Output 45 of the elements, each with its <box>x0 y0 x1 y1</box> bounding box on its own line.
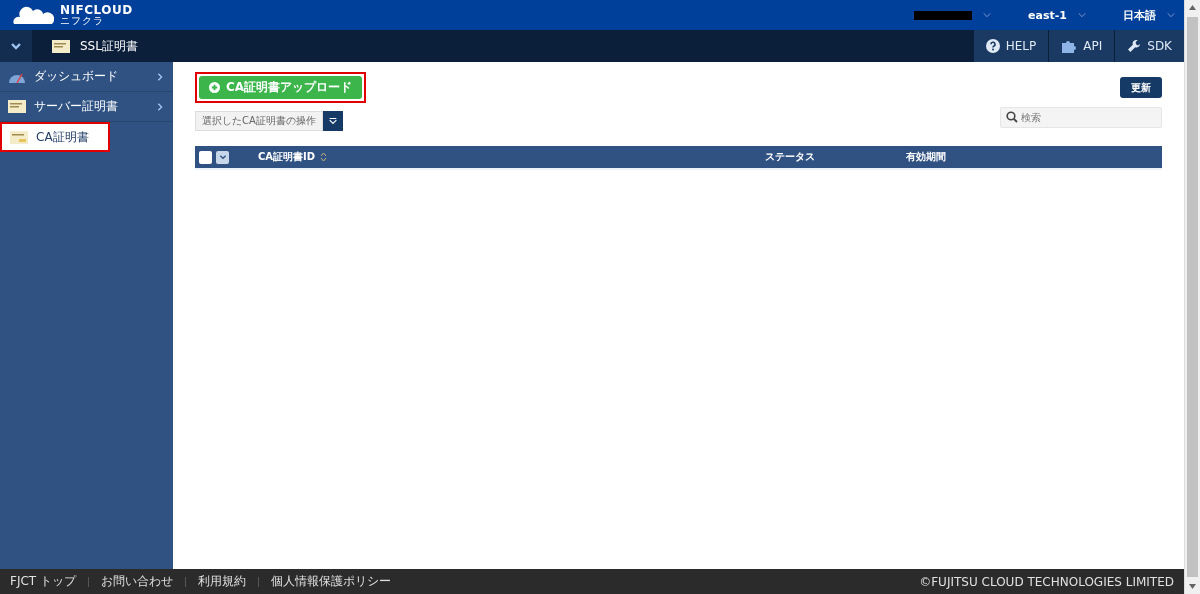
wrench-icon <box>1127 39 1142 53</box>
column-header: ステータス <box>765 150 815 164</box>
footer-link[interactable]: お問い合わせ <box>100 573 173 590</box>
menu-toggle-button[interactable] <box>0 30 32 62</box>
api-button[interactable]: API <box>1048 30 1115 62</box>
footer-link[interactable]: FJCT トップ <box>10 573 76 590</box>
sidebar-item[interactable]: CA証明書 <box>0 122 110 152</box>
search-icon <box>1006 111 1018 123</box>
column-header[interactable]: CA証明書ID <box>258 150 316 164</box>
copyright-text: ©FUJITSU CLOUD TECHNOLOGIES LIMITED <box>919 574 1174 589</box>
chevron-right-icon <box>155 101 165 112</box>
certificate-icon <box>10 130 28 144</box>
redaction-bar <box>914 10 973 20</box>
certificate-icon <box>8 100 26 113</box>
dropdown-button[interactable] <box>216 150 229 164</box>
puzzle-icon <box>1061 39 1078 53</box>
sidebar-item[interactable]: ダッシュボード <box>0 62 173 92</box>
refresh-button[interactable]: 更新 <box>1120 77 1162 98</box>
logo-text: NIFCLOUD <box>60 4 133 16</box>
help-icon <box>985 39 1000 53</box>
scroll-up-icon[interactable] <box>1189 5 1196 10</box>
footer-link[interactable]: 利用規約 <box>197 573 246 590</box>
page-title: SSL証明書 <box>80 37 138 55</box>
action-select[interactable]: 選択したCA証明書の操作 <box>195 111 323 131</box>
plus-circle-icon <box>209 82 220 93</box>
chevron-down-icon <box>10 40 22 52</box>
scroll-down-icon[interactable] <box>1189 584 1196 589</box>
region-dropdown[interactable]: east-1 <box>1028 8 1067 22</box>
logo-subtext: ニフクラ <box>60 16 105 26</box>
chevron-down-icon <box>327 116 338 126</box>
footer-link[interactable]: 個人情報保護ポリシー <box>270 573 391 590</box>
chevron-right-icon <box>155 71 165 82</box>
sdk-button[interactable]: SDK <box>1114 30 1184 62</box>
help-button[interactable]: HELP <box>972 30 1049 62</box>
checkbox[interactable] <box>199 150 212 164</box>
chevron-down-icon <box>218 153 227 161</box>
column-header: 有効期間 <box>906 150 946 164</box>
language-dropdown[interactable]: 日本語 <box>1123 7 1156 23</box>
search-input[interactable]: 検索 <box>1021 111 1156 123</box>
certificate-icon <box>52 39 70 53</box>
scrollbar[interactable] <box>1184 0 1200 594</box>
search-field[interactable]: 検索 <box>1000 106 1162 128</box>
dropdown-button[interactable] <box>322 111 343 131</box>
cloud-logo-icon <box>12 6 54 24</box>
sort-icon[interactable] <box>320 152 328 162</box>
